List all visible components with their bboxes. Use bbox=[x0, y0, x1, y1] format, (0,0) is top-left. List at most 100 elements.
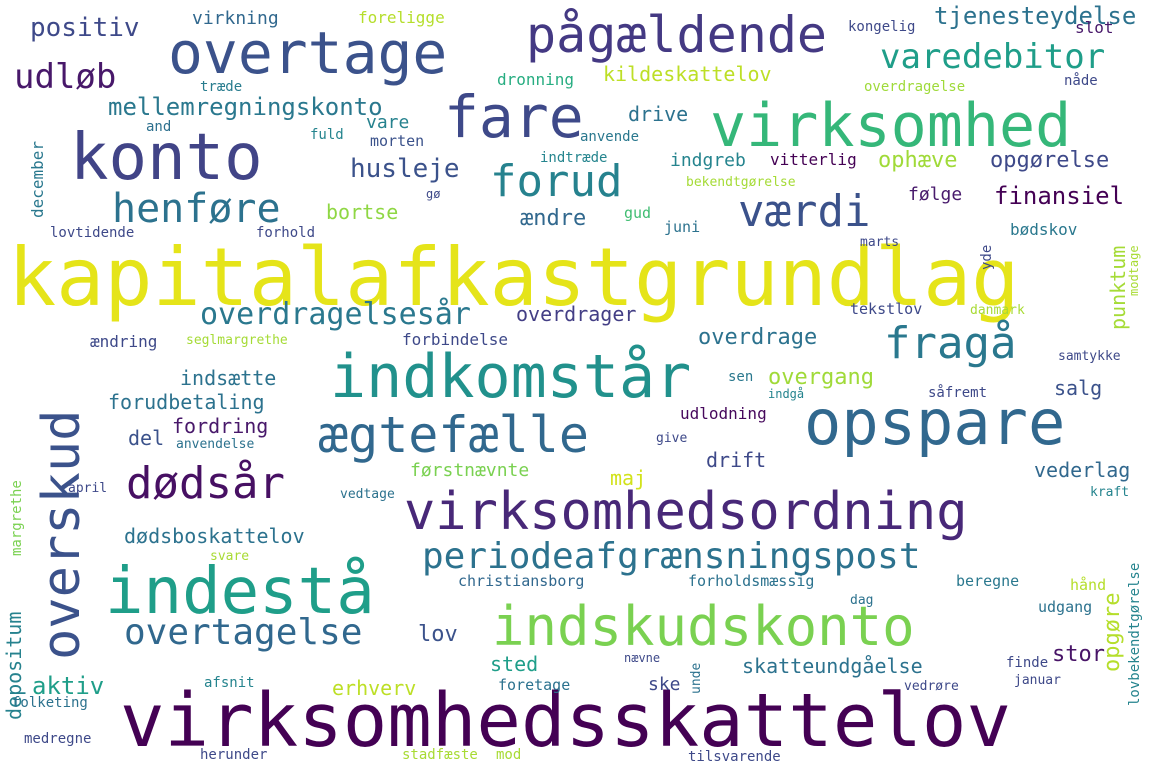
cloud-word: hånd bbox=[1070, 576, 1107, 594]
cloud-word: punktum bbox=[1106, 245, 1130, 330]
cloud-word: ændring bbox=[90, 332, 158, 351]
cloud-word: udløb bbox=[14, 57, 117, 97]
cloud-word: fordring bbox=[172, 414, 269, 438]
cloud-word: fare bbox=[444, 83, 584, 151]
cloud-word: konto bbox=[70, 121, 263, 195]
cloud-word: overskud bbox=[32, 409, 92, 660]
cloud-word: januar bbox=[1014, 673, 1061, 688]
cloud-word: indskudskonto bbox=[492, 595, 915, 658]
cloud-word: drift bbox=[706, 448, 767, 472]
cloud-word: bortse bbox=[326, 200, 399, 224]
cloud-word: kongelig bbox=[848, 19, 916, 35]
cloud-word: lov bbox=[418, 622, 458, 647]
cloud-word: ophæve bbox=[878, 148, 958, 173]
cloud-word: overtage bbox=[168, 19, 448, 87]
cloud-word: kildeskattelov bbox=[603, 62, 772, 86]
cloud-word: sted bbox=[490, 652, 539, 676]
cloud-word: gud bbox=[624, 204, 652, 222]
cloud-word: bødskov bbox=[1010, 220, 1078, 239]
cloud-word: forhold bbox=[256, 225, 316, 241]
cloud-word: maj bbox=[610, 466, 647, 490]
cloud-word: samtykke bbox=[1058, 349, 1121, 364]
cloud-word: finansiel bbox=[994, 182, 1125, 210]
cloud-word: indgå bbox=[768, 387, 805, 401]
cloud-word: morten bbox=[370, 132, 425, 150]
cloud-word: beregne bbox=[956, 572, 1020, 590]
cloud-word: danmark bbox=[970, 303, 1025, 318]
cloud-word: periodeafgrænsningspost bbox=[422, 536, 921, 577]
cloud-word: yde bbox=[979, 244, 995, 270]
cloud-word: mellemregningskonto bbox=[108, 93, 383, 121]
cloud-word: nåde bbox=[1064, 73, 1098, 89]
cloud-word: medregne bbox=[24, 731, 92, 747]
cloud-word: drive bbox=[628, 102, 689, 126]
cloud-word: forudbetaling bbox=[108, 390, 265, 414]
cloud-word: overdragelse bbox=[864, 79, 966, 95]
cloud-word: sen bbox=[728, 369, 754, 385]
cloud-word: slot bbox=[1075, 18, 1114, 37]
cloud-word: dronning bbox=[497, 70, 575, 89]
cloud-word: opgørelse bbox=[990, 148, 1110, 173]
cloud-word: dødsboskattelov bbox=[124, 524, 305, 548]
cloud-word: erhverv bbox=[332, 676, 417, 700]
cloud-word: overdrage bbox=[698, 325, 818, 350]
cloud-word: herunder bbox=[200, 747, 268, 763]
cloud-word: afsnit bbox=[204, 675, 255, 691]
cloud-word: lovtidende bbox=[50, 225, 135, 241]
cloud-word: bekendtgørelse bbox=[686, 175, 796, 190]
cloud-word: træde bbox=[200, 79, 243, 95]
cloud-word: indkomstår bbox=[330, 342, 692, 412]
cloud-word: and bbox=[146, 119, 172, 135]
cloud-word: pågældende bbox=[526, 6, 828, 64]
cloud-word: indsætte bbox=[180, 366, 277, 390]
cloud-word: juni bbox=[664, 218, 701, 236]
cloud-word: indtræde bbox=[540, 150, 608, 166]
cloud-word: vedrøre bbox=[904, 679, 959, 694]
cloud-word: seglmargrethe bbox=[186, 333, 288, 348]
cloud-word: udgang bbox=[1038, 598, 1093, 616]
cloud-word: mod bbox=[496, 747, 522, 763]
cloud-word: følge bbox=[908, 184, 963, 205]
cloud-word: vederlag bbox=[1034, 458, 1131, 482]
cloud-word: margrethe bbox=[9, 480, 25, 556]
cloud-word: overdrager bbox=[516, 302, 637, 326]
cloud-word: tekstlov bbox=[850, 300, 923, 318]
cloud-word: christiansborg bbox=[458, 572, 585, 590]
cloud-word: virksomhed bbox=[710, 91, 1072, 161]
cloud-word: finde bbox=[1006, 655, 1049, 671]
cloud-word: fuld bbox=[310, 127, 344, 143]
cloud-word: førstnævnte bbox=[410, 460, 530, 481]
cloud-word: unde bbox=[689, 662, 704, 694]
cloud-word: vare bbox=[366, 112, 410, 133]
cloud-word: vitterlig bbox=[770, 150, 857, 169]
cloud-word: stor bbox=[1052, 642, 1105, 667]
word-cloud: kapitalafkastgrundlag virksomhedsskattel… bbox=[0, 0, 1155, 770]
cloud-word: opgøre bbox=[1100, 592, 1125, 672]
cloud-word: ske bbox=[648, 674, 681, 695]
cloud-word: april bbox=[68, 481, 108, 496]
cloud-word: overtagelse bbox=[124, 612, 363, 653]
cloud-word: december bbox=[28, 140, 47, 218]
cloud-word: fragå bbox=[884, 318, 1017, 369]
cloud-word: forholdsmæssig bbox=[688, 572, 815, 590]
cloud-word: varedebitor bbox=[880, 37, 1106, 77]
cloud-word: virksomhedsordning bbox=[404, 482, 968, 542]
cloud-word: anvende bbox=[580, 129, 640, 145]
cloud-word: værdi bbox=[738, 186, 871, 237]
cloud-word: forbindelse bbox=[402, 330, 508, 349]
cloud-word: dag bbox=[850, 593, 874, 608]
cloud-word: foreligge bbox=[358, 8, 445, 27]
cloud-word: skatteundgåelse bbox=[742, 654, 923, 678]
cloud-word: udlodning bbox=[680, 404, 767, 423]
cloud-word: ægtefælle bbox=[318, 406, 589, 464]
cloud-word: opspare bbox=[804, 386, 1066, 459]
cloud-word: stadfæste bbox=[402, 747, 478, 763]
cloud-word: anvendelse bbox=[176, 437, 255, 452]
cloud-word: overgang bbox=[768, 365, 874, 390]
cloud-word: virkning bbox=[192, 8, 279, 29]
cloud-word: kraft bbox=[1090, 485, 1130, 500]
cloud-word: foretage bbox=[498, 676, 571, 694]
cloud-word: overdragelsesår bbox=[200, 297, 471, 332]
cloud-word: marts bbox=[860, 235, 900, 250]
cloud-word: henføre bbox=[112, 186, 281, 232]
